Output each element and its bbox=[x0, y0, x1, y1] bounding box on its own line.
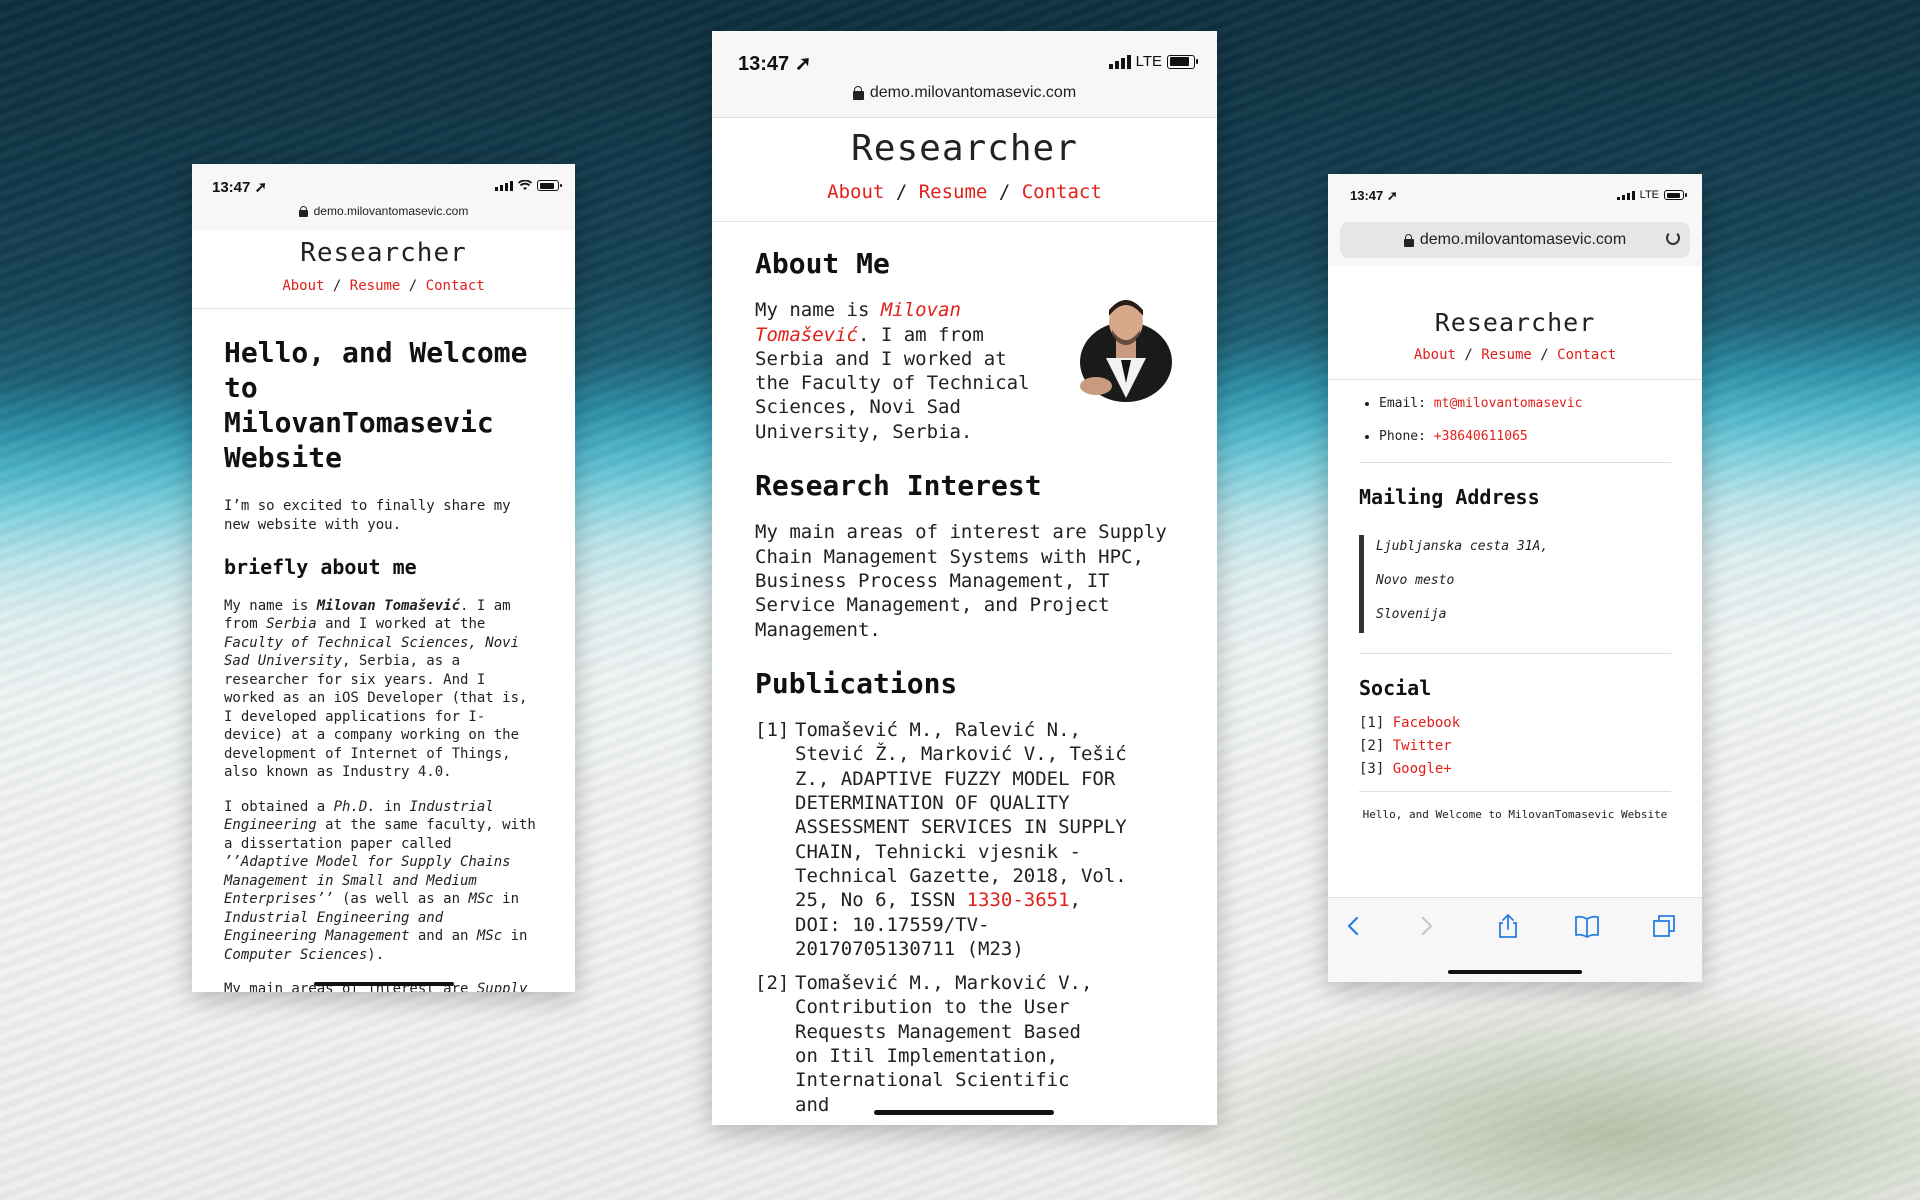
divider bbox=[1359, 462, 1671, 463]
status-bar: 13:47 ➚ LTE demo.milovantomasevic.com bbox=[1328, 174, 1702, 266]
about-me-paragraph: My name is Milovan Tomašević. I am from … bbox=[755, 299, 1030, 443]
status-bar: 13:47 ➚ demo.milovantomasevic.com bbox=[192, 164, 575, 230]
site-header: Researcher About / Resume / Contact bbox=[192, 230, 575, 309]
education-paragraph: I obtained a Ph.D. in Industrial Enginee… bbox=[224, 798, 536, 963]
lock-icon bbox=[298, 205, 308, 217]
profile-photo bbox=[1080, 300, 1172, 403]
nav-contact-link[interactable]: Contact bbox=[1022, 181, 1102, 203]
research-paragraph: My main areas of interest are Supply Cha… bbox=[755, 521, 1167, 641]
intro-paragraph: I’m so excited to finally share my new w… bbox=[224, 498, 511, 533]
issn-link[interactable]: 1330-3651 bbox=[967, 889, 1070, 911]
about-me-heading: About Me bbox=[755, 247, 890, 280]
wifi-icon bbox=[518, 180, 532, 190]
background-beach-grass bbox=[1150, 980, 1920, 1200]
phone-center: 13:47 ➚ LTE demo.milovantomasevic.com Re… bbox=[712, 31, 1217, 1125]
signal-icon bbox=[1108, 54, 1131, 69]
social-heading: Social bbox=[1359, 676, 1432, 700]
battery-icon bbox=[537, 180, 562, 191]
site-nav: About / Resume / Contact bbox=[827, 181, 1102, 203]
page-content: Email: mt@milovantomasevic Phone: +38640… bbox=[1328, 380, 1702, 845]
site-title[interactable]: Researcher bbox=[712, 128, 1217, 169]
phone-right: 13:47 ➚ LTE demo.milovantomasevic.com Re… bbox=[1328, 174, 1702, 982]
list-item: Email: mt@milovantomasevic bbox=[1379, 396, 1671, 412]
list-item: Phone: +38640611065 bbox=[1379, 429, 1671, 445]
network-label: LTE bbox=[1135, 53, 1162, 70]
back-icon[interactable] bbox=[1340, 912, 1368, 940]
home-indicator[interactable] bbox=[314, 982, 454, 986]
publications-heading: Publications bbox=[755, 666, 958, 700]
status-time: 13:47 ➚ bbox=[212, 179, 268, 196]
nav-about-link[interactable]: About bbox=[282, 278, 324, 294]
lock-icon bbox=[1403, 233, 1414, 247]
facebook-link[interactable]: Facebook bbox=[1393, 715, 1460, 731]
google-plus-link[interactable]: Google+ bbox=[1393, 761, 1452, 777]
browser-toolbar bbox=[1328, 897, 1702, 982]
url-bar[interactable]: demo.milovantomasevic.com bbox=[712, 84, 1217, 102]
nav-about-link[interactable]: About bbox=[827, 181, 884, 203]
site-title[interactable]: Researcher bbox=[192, 238, 575, 268]
site-nav: About / Resume / Contact bbox=[1413, 347, 1617, 363]
contact-list: Email: mt@milovantomasevic Phone: +38640… bbox=[1359, 380, 1671, 445]
lock-icon bbox=[852, 86, 864, 100]
nav-contact-link[interactable]: Contact bbox=[426, 278, 485, 294]
signal-icon bbox=[495, 180, 513, 191]
welcome-heading: Hello, and Welcome to MilovanTomasevic W… bbox=[224, 336, 528, 474]
site-header: Researcher About / Resume / Contact bbox=[712, 118, 1217, 222]
address-block: Ljubljanska cesta 31A, Novo mesto Sloven… bbox=[1359, 535, 1671, 633]
location-arrow-icon: ➚ bbox=[254, 179, 268, 196]
list-item: [3] Google+ bbox=[1359, 761, 1452, 777]
phone-link[interactable]: +38640611065 bbox=[1434, 429, 1528, 444]
url-text: demo.milovantomasevic.com bbox=[1419, 231, 1627, 248]
site-nav: About / Resume / Contact bbox=[282, 278, 485, 294]
network-label: LTE bbox=[1639, 189, 1659, 201]
about-subheading: briefly about me bbox=[224, 555, 417, 579]
site-title[interactable]: Researcher bbox=[1328, 308, 1702, 337]
home-indicator[interactable] bbox=[1448, 970, 1582, 974]
battery-icon bbox=[1167, 54, 1198, 69]
signal-icon bbox=[1616, 190, 1635, 200]
list-item: [2] Twitter bbox=[1359, 738, 1452, 754]
url-text: demo.milovantomasevic.com bbox=[869, 84, 1077, 101]
mailing-address-heading: Mailing Address bbox=[1359, 485, 1540, 509]
email-link[interactable]: mt@milovantomasevic bbox=[1434, 396, 1583, 411]
phone-left: 13:47 ➚ demo.milovantomasevic.com Resear… bbox=[192, 164, 575, 992]
nav-about-link[interactable]: About bbox=[1414, 347, 1456, 363]
status-time: 13:47 ➚ bbox=[1350, 188, 1398, 203]
nav-resume-link[interactable]: Resume bbox=[350, 278, 401, 294]
nav-resume-link[interactable]: Resume bbox=[1481, 347, 1532, 363]
home-indicator[interactable] bbox=[874, 1110, 1054, 1115]
battery-icon bbox=[1664, 190, 1687, 200]
url-text: demo.milovantomasevic.com bbox=[313, 204, 469, 218]
list-item: [1] Facebook bbox=[1359, 715, 1461, 731]
status-bar: 13:47 ➚ LTE demo.milovantomasevic.com bbox=[712, 31, 1217, 118]
research-heading: Research Interest bbox=[755, 469, 1042, 503]
bio-paragraph: My name is Milovan Tomašević. I am from … bbox=[224, 597, 528, 781]
twitter-link[interactable]: Twitter bbox=[1393, 738, 1452, 754]
page-content: About Me My name is Milovan Tomašević. I… bbox=[712, 247, 1217, 1117]
status-time: 13:47 ➚ bbox=[738, 53, 812, 75]
nav-resume-link[interactable]: Resume bbox=[919, 181, 988, 203]
location-arrow-icon: ➚ bbox=[1386, 188, 1398, 203]
share-icon[interactable] bbox=[1494, 912, 1522, 940]
url-bar[interactable]: demo.milovantomasevic.com bbox=[192, 204, 575, 218]
bookmarks-icon[interactable] bbox=[1573, 912, 1601, 940]
tabs-icon[interactable] bbox=[1650, 912, 1678, 940]
divider bbox=[1359, 653, 1671, 654]
url-bar[interactable]: demo.milovantomasevic.com bbox=[1340, 222, 1690, 258]
location-arrow-icon: ➚ bbox=[794, 53, 812, 75]
publication-item: [1] Tomašević M., Ralević N., Stević Ž.,… bbox=[755, 719, 1127, 960]
reload-icon[interactable] bbox=[1666, 231, 1680, 245]
publication-item: [2] Tomašević M., Marković V., Contribut… bbox=[755, 972, 1093, 1116]
footer-text: Hello, and Welcome to MilovanTomasevic W… bbox=[1362, 808, 1668, 821]
nav-contact-link[interactable]: Contact bbox=[1557, 347, 1616, 363]
forward-icon[interactable] bbox=[1412, 912, 1440, 940]
page-content: Hello, and Welcome to MilovanTomasevic W… bbox=[192, 335, 575, 992]
site-header: Researcher About / Resume / Contact bbox=[1328, 266, 1702, 380]
